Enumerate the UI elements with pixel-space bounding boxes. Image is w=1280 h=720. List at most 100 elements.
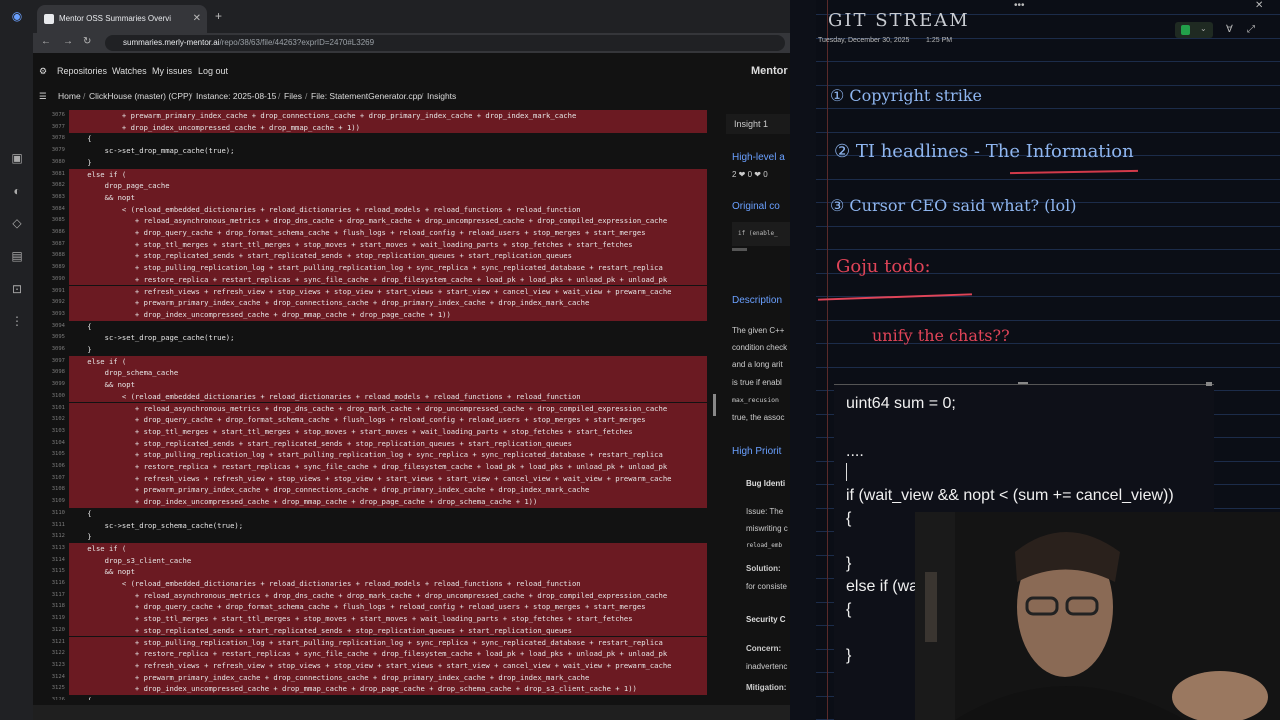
crumb-repo[interactable]: ClickHouse (master) (CPP) bbox=[89, 86, 192, 106]
code-line: 3097 else if ( bbox=[33, 356, 710, 368]
line-text: drop_page_cache bbox=[70, 181, 170, 191]
copilot-icon[interactable]: ◉ bbox=[9, 8, 25, 24]
line-number: 3079 bbox=[51, 147, 65, 154]
line-number: 3103 bbox=[51, 427, 65, 434]
crumb-file[interactable]: File: StatementGenerator.cpp bbox=[311, 86, 422, 106]
nav-log-out[interactable]: Log out bbox=[198, 60, 228, 82]
crumb-instance[interactable]: Instance: 2025-08-15 bbox=[196, 86, 276, 106]
line-number: 3096 bbox=[51, 346, 65, 352]
line-number: 3105 bbox=[51, 451, 65, 458]
code-line: 3079 sc->set_drop_mmap_cache(true); bbox=[33, 145, 710, 157]
code-line: 3084 < (reload_embedded_dictionaries + r… bbox=[33, 204, 710, 216]
code-line: 3089 + stop_pulling_replication_log + st… bbox=[33, 262, 710, 274]
line-number: 3118 bbox=[51, 603, 65, 610]
code-line: 3126 { bbox=[33, 695, 710, 700]
line-number: 3088 bbox=[51, 252, 65, 259]
code-line: 3102 + drop_query_cache + drop_format_sc… bbox=[33, 414, 710, 426]
back-icon[interactable]: ← bbox=[41, 36, 51, 47]
code-line: 3123 + refresh_views + refresh_view + st… bbox=[33, 660, 710, 672]
pen-selector[interactable]: ⌄ bbox=[1175, 22, 1213, 38]
line-number: 3077 bbox=[51, 123, 65, 130]
line-text: + restore_replica + restart_replicas + s… bbox=[70, 274, 668, 284]
presenter-video bbox=[915, 512, 1280, 720]
close-tab-icon[interactable]: ✕ bbox=[193, 5, 201, 33]
description-heading: Description bbox=[732, 295, 783, 306]
text-cursor bbox=[846, 463, 847, 481]
nav-my-issues[interactable]: My issues bbox=[152, 60, 192, 82]
line-text: < (reload_embedded_dictionaries + reload… bbox=[70, 204, 581, 214]
vote-counts[interactable]: 2 ❤ 0 ❤ 0 bbox=[732, 170, 768, 179]
code-line: 3114 drop_s3_client_cache bbox=[33, 555, 710, 567]
address-bar[interactable]: summaries.merly-mentor.ai/repo/38/63/fil… bbox=[105, 35, 785, 51]
line-number: 3080 bbox=[51, 158, 65, 165]
line-number: 3126 bbox=[51, 697, 65, 700]
code-line: 3109 + drop_index_uncompressed_cache + d… bbox=[33, 496, 710, 508]
code-viewer[interactable]: 3076 + prewarm_primary_index_cache + dro… bbox=[33, 110, 710, 700]
more-icon[interactable]: ⋮ bbox=[9, 313, 25, 329]
sidebar-icon-3[interactable]: ◇ bbox=[9, 215, 25, 231]
code-line: 3076 + prewarm_primary_index_cache + dro… bbox=[33, 110, 710, 122]
line-number: 3090 bbox=[51, 275, 65, 282]
brand[interactable]: Mentor bbox=[751, 60, 788, 82]
line-number: 3099 bbox=[51, 381, 65, 388]
corner-handle[interactable] bbox=[1206, 382, 1212, 386]
reload-icon[interactable]: ↻ bbox=[83, 36, 91, 47]
code-line: 3088 + stop_replicated_sends + start_rep… bbox=[33, 250, 710, 262]
todo-item: unify the chats?? bbox=[872, 326, 1010, 345]
line-text: + stop_ttl_merges + start_ttl_merges + s… bbox=[70, 239, 633, 249]
line-number: 3106 bbox=[51, 463, 65, 469]
filter-icon[interactable]: ∀ bbox=[1226, 24, 1233, 35]
sidebar-icon-5[interactable]: ⊡ bbox=[9, 281, 25, 297]
menu-icon[interactable]: ☰ bbox=[39, 86, 47, 106]
margin-line bbox=[827, 0, 828, 720]
code-line: 3087 + stop_ttl_merges + start_ttl_merge… bbox=[33, 239, 710, 251]
expand-icon[interactable]: ⤢ bbox=[1247, 24, 1255, 35]
desc-line: and a long arit bbox=[732, 360, 783, 369]
line-text: + reload_asynchronous_metrics + drop_dns… bbox=[70, 590, 668, 600]
line-number: 3107 bbox=[51, 474, 65, 481]
browser-tab[interactable]: Mentor OSS Summaries Overvi ✕ bbox=[37, 5, 207, 33]
line-number: 3085 bbox=[51, 217, 65, 224]
line-text: + drop_index_uncompressed_cache + drop_m… bbox=[70, 309, 451, 319]
line-number: 3081 bbox=[51, 170, 65, 177]
code-line: 3119 + stop_ttl_merges + start_ttl_merge… bbox=[33, 613, 710, 625]
sidebar-icon-2[interactable]: ◐ bbox=[9, 183, 25, 199]
todo-title: Goju todo: bbox=[836, 256, 931, 277]
forward-icon[interactable]: → bbox=[63, 36, 73, 47]
code-line: 3115 && nopt bbox=[33, 566, 710, 578]
line-number: 3122 bbox=[51, 650, 65, 657]
close-icon[interactable]: ✕ bbox=[1255, 0, 1263, 11]
code-line: 3107 + refresh_views + refresh_view + st… bbox=[33, 473, 710, 485]
crumb-home[interactable]: Home bbox=[58, 86, 81, 106]
breadcrumb: ☰ Home / ClickHouse (master) (CPP) / Ins… bbox=[33, 86, 790, 106]
code-line: } bbox=[846, 647, 852, 664]
os-sidebar: ◉ ▣ ◐ ◇ ▤ ⊡ ⋮ bbox=[0, 0, 33, 720]
line-number: 3113 bbox=[51, 544, 65, 551]
crumb-files[interactable]: Files bbox=[284, 86, 302, 106]
snippet-scrollbar[interactable] bbox=[732, 248, 747, 251]
nav-watches[interactable]: Watches bbox=[112, 60, 147, 82]
resize-handle[interactable] bbox=[1018, 382, 1028, 384]
line-number: 3124 bbox=[51, 673, 65, 680]
line-text: + reload_asynchronous_metrics + drop_dns… bbox=[70, 403, 668, 413]
code-line: if (wait_view && nopt < (sum += cancel_v… bbox=[846, 487, 1174, 504]
scrollbar-thumb[interactable] bbox=[713, 394, 716, 416]
line-text: sc->set_drop_schema_cache(true); bbox=[70, 520, 244, 530]
sidebar-icon-1[interactable]: ▣ bbox=[9, 150, 25, 166]
new-tab-icon[interactable]: + bbox=[215, 9, 222, 23]
consistency-text: for consiste bbox=[746, 582, 787, 591]
insight-tab[interactable]: Insight 1 bbox=[726, 114, 790, 134]
line-number: 3094 bbox=[51, 322, 65, 329]
rule-line bbox=[816, 366, 1280, 368]
line-text: + prewarm_primary_index_cache + drop_con… bbox=[70, 111, 577, 120]
line-text: { bbox=[70, 134, 92, 144]
sidebar-icon-4[interactable]: ▤ bbox=[9, 248, 25, 264]
desc-line: max_recusion bbox=[732, 396, 779, 404]
line-text: + drop_query_cache + drop_format_schema_… bbox=[70, 228, 646, 237]
line-number: 3078 bbox=[51, 135, 65, 142]
note-title: GIT STREAM bbox=[828, 10, 970, 31]
more-options-icon[interactable]: ••• bbox=[1014, 0, 1025, 11]
high-level-heading: High-level a bbox=[732, 152, 785, 163]
settings-icon[interactable]: ⚙ bbox=[39, 60, 47, 82]
nav-repositories[interactable]: Repositories bbox=[57, 60, 107, 82]
